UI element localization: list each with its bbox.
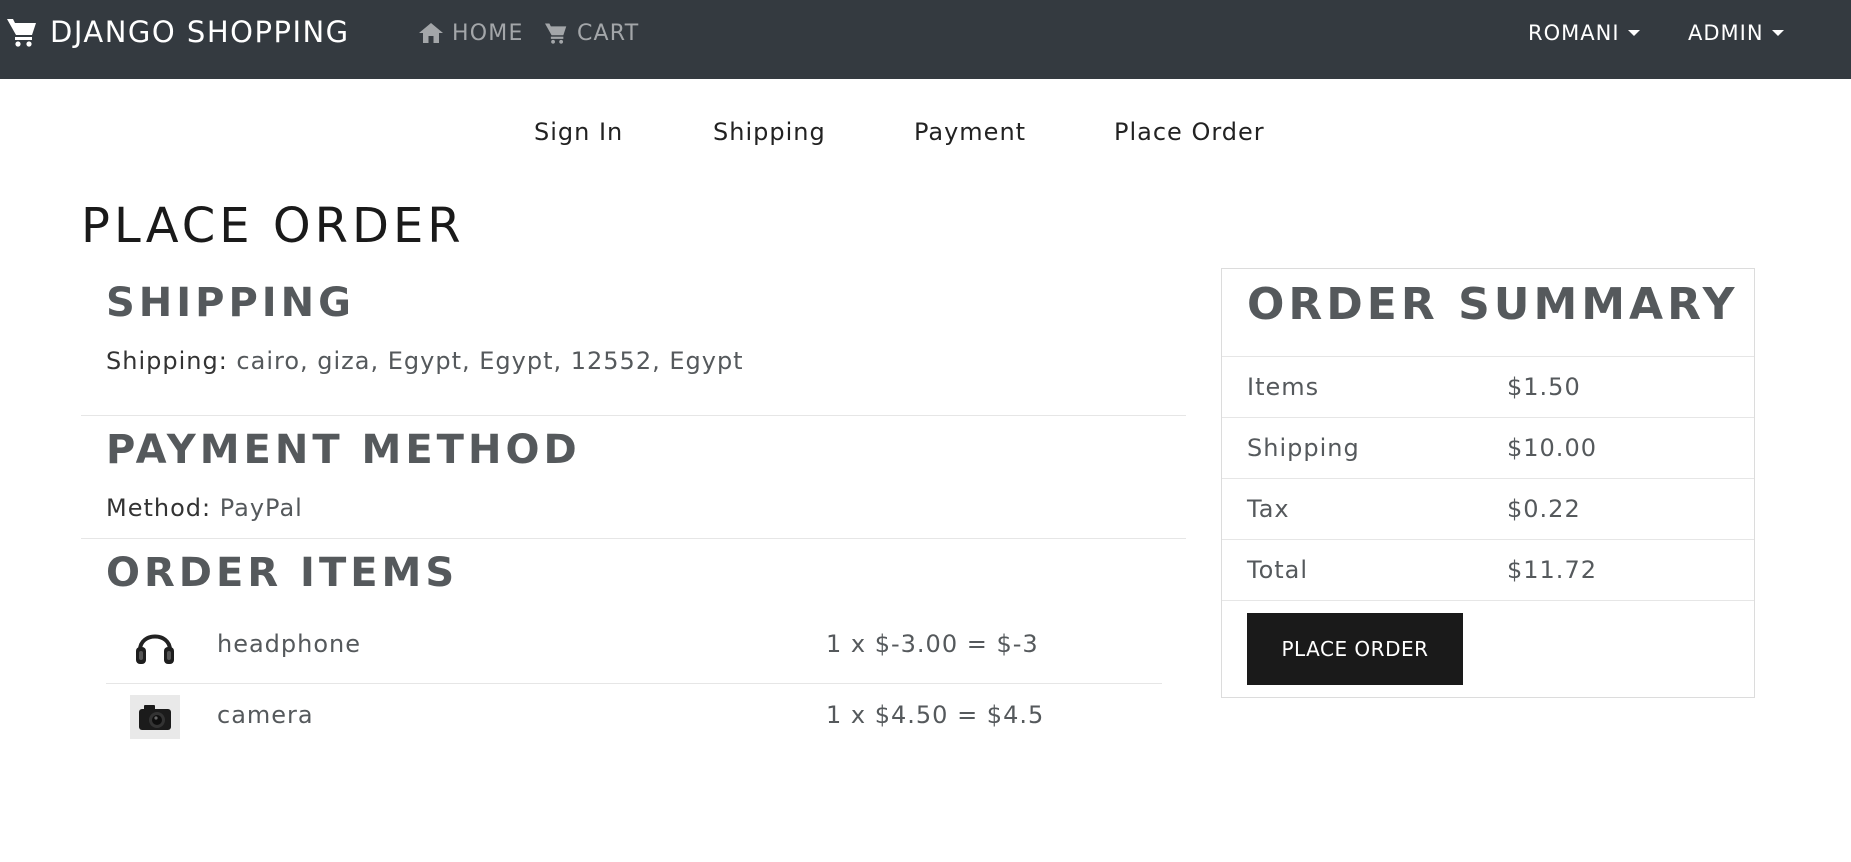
shipping-address-label: Shipping:	[106, 347, 228, 375]
summary-row-tax: Tax $0.22	[1222, 478, 1754, 539]
nav-cart-link[interactable]: CART	[543, 18, 639, 48]
camera-image	[130, 695, 180, 739]
summary-value: $0.22	[1507, 495, 1581, 523]
order-items-heading: ORDER ITEMS	[106, 550, 459, 596]
payment-heading: PAYMENT METHOD	[106, 427, 581, 473]
divider	[81, 538, 1186, 539]
order-item-subtotal: 1 x $4.50 = $4.5	[826, 701, 1045, 729]
order-item-row: camera 1 x $4.50 = $4.5	[106, 685, 1162, 755]
navbar: DJANGO SHOPPING HOME CART ROMANI ADMIN	[0, 0, 1851, 79]
payment-method-value: PayPal	[211, 494, 303, 522]
order-item-row: headphone 1 x $-3.00 = $-3	[106, 614, 1162, 684]
divider	[81, 415, 1186, 416]
cart-icon	[545, 23, 567, 44]
order-summary-card: ORDER SUMMARY Items $1.50 Shipping $10.0…	[1221, 268, 1755, 698]
divider	[1222, 600, 1754, 601]
summary-row-total: Total $11.72	[1222, 539, 1754, 600]
summary-value: $1.50	[1507, 373, 1581, 401]
summary-label: Total	[1247, 556, 1309, 584]
caret-down-icon	[1627, 30, 1640, 36]
user-dropdown[interactable]: ROMANI	[1528, 18, 1640, 48]
brand-title: DJANGO SHOPPING	[50, 15, 350, 49]
step-place-order[interactable]: Place Order	[1114, 118, 1265, 146]
nav-home-link[interactable]: HOME	[418, 18, 524, 48]
headphone-image	[130, 624, 180, 668]
user-dropdown-label: ROMANI	[1528, 21, 1620, 45]
shipping-heading: SHIPPING	[106, 280, 355, 326]
summary-value: $11.72	[1507, 556, 1597, 584]
order-summary-heading: ORDER SUMMARY	[1247, 279, 1739, 330]
order-item-name[interactable]: headphone	[217, 630, 361, 658]
home-icon	[419, 23, 443, 43]
order-item-subtotal: 1 x $-3.00 = $-3	[826, 630, 1039, 658]
admin-dropdown[interactable]: ADMIN	[1688, 18, 1784, 48]
summary-row-shipping: Shipping $10.00	[1222, 417, 1754, 478]
step-shipping[interactable]: Shipping	[713, 118, 826, 146]
admin-dropdown-label: ADMIN	[1688, 21, 1764, 45]
summary-label: Items	[1247, 373, 1320, 401]
order-item-name[interactable]: camera	[217, 701, 314, 729]
summary-row-items: Items $1.50	[1222, 356, 1754, 417]
payment-method: Method: PayPal	[106, 494, 303, 522]
summary-label: Shipping	[1247, 434, 1360, 462]
nav-home-label: HOME	[452, 20, 524, 46]
cart-icon	[7, 19, 36, 47]
payment-method-label: Method:	[106, 494, 212, 522]
summary-value: $10.00	[1507, 434, 1597, 462]
caret-down-icon	[1771, 30, 1784, 36]
step-payment[interactable]: Payment	[914, 118, 1026, 146]
shipping-address: Shipping: cairo, giza, Egypt, Egypt, 125…	[106, 347, 744, 375]
page-title: PLACE ORDER	[81, 198, 465, 254]
place-order-button[interactable]: PLACE ORDER	[1247, 613, 1463, 685]
shipping-address-value: cairo, giza, Egypt, Egypt, 12552, Egypt	[227, 347, 744, 375]
summary-label: Tax	[1247, 495, 1290, 523]
step-sign-in[interactable]: Sign In	[534, 118, 623, 146]
brand-link[interactable]: DJANGO SHOPPING	[6, 14, 350, 50]
nav-cart-label: CART	[577, 20, 640, 46]
